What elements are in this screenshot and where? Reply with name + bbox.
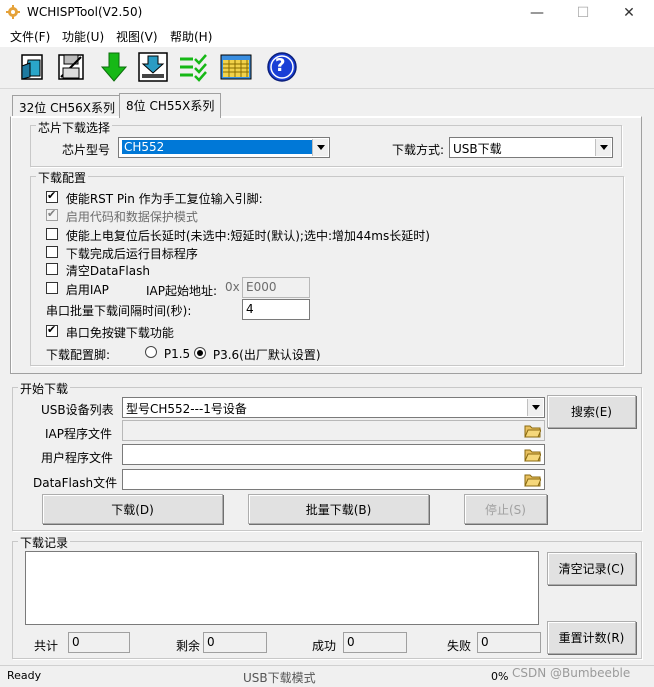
menu-function[interactable]: 功能(U)	[62, 28, 104, 45]
chevron-down-icon[interactable]	[527, 399, 543, 416]
chip-grid-icon[interactable]	[219, 50, 253, 84]
rst-pin-label: 使能RST Pin 作为手工复位输入引脚:	[65, 192, 263, 206]
success-count: 0	[343, 632, 407, 653]
status-progress: 0%	[491, 670, 509, 683]
remain-label: 剩余	[176, 639, 201, 653]
menu-help[interactable]: 帮助(H)	[170, 28, 212, 45]
batch-interval-input[interactable]: 4	[242, 299, 310, 320]
run-after-checkbox[interactable]	[46, 246, 58, 258]
pin-p15-radio[interactable]	[145, 346, 157, 358]
save-file-icon[interactable]	[54, 50, 88, 84]
total-count: 0	[68, 632, 130, 653]
tab-8bit[interactable]: 8位 CH55X系列	[119, 93, 222, 118]
folder-open-icon[interactable]	[524, 447, 541, 462]
usb-device-value: 型号CH552---1号设备	[126, 402, 247, 416]
chip-program-icon[interactable]	[136, 50, 170, 84]
status-mode: USB下载模式	[243, 671, 316, 685]
menu-file[interactable]: 文件(F)	[10, 28, 50, 45]
config-pin-label: 下载配置脚:	[46, 348, 111, 362]
pin-p15-label: P1.5	[163, 347, 191, 361]
iap-file-label: IAP程序文件	[45, 427, 112, 441]
iap-checkbox[interactable]	[46, 282, 58, 294]
clear-dataflash-checkbox[interactable]	[46, 263, 58, 275]
iap-option[interactable]: 启用IAP	[46, 281, 109, 298]
open-file-icon[interactable]	[16, 50, 50, 84]
download-arrow-icon[interactable]	[97, 50, 131, 84]
tab-32bit[interactable]: 32位 CH56X系列	[12, 95, 122, 117]
rst-pin-option[interactable]: 使能RST Pin 作为手工复位输入引脚:	[46, 189, 263, 207]
clear-log-button[interactable]: 清空记录(C)	[547, 552, 636, 585]
total-label: 共计	[34, 639, 59, 653]
log-title: 下载记录	[18, 534, 71, 551]
run-after-option[interactable]: 下载完成后运行目标程序	[46, 245, 198, 262]
close-button[interactable]: ✕	[606, 0, 652, 27]
minimize-button[interactable]: —	[514, 0, 560, 27]
chip-select-title: 芯片下载选择	[36, 119, 113, 136]
download-method-select[interactable]: USB下载	[449, 137, 613, 158]
pin-p36-radio[interactable]	[194, 347, 206, 359]
clear-dataflash-option[interactable]: 清空DataFlash	[46, 262, 150, 279]
batch-download-button[interactable]: 批量下载(B)	[248, 494, 429, 524]
help-glyph: ?	[275, 55, 286, 76]
pin-p36-label: P3.6(出厂默认设置)	[212, 348, 321, 362]
long-delay-label: 使能上电复位后长延时(未选中:短延时(默认);选中:增加44ms长延时)	[65, 229, 430, 243]
code-protect-option: 启用代码和数据保护模式	[46, 207, 198, 225]
usb-device-select[interactable]: 型号CH552---1号设备	[122, 397, 545, 418]
iap-label: 启用IAP	[65, 283, 109, 297]
folder-open-icon[interactable]	[524, 423, 541, 438]
maximize-button[interactable]: ☐	[560, 0, 606, 27]
download-button[interactable]: 下载(D)	[42, 494, 223, 524]
chip-model-value: CH552	[122, 140, 312, 154]
iap-addr-label: IAP起始地址:	[146, 284, 218, 298]
long-delay-checkbox[interactable]	[46, 228, 58, 240]
fail-count: 0	[477, 632, 541, 653]
serial-nokey-option[interactable]: 串口免按键下载功能	[46, 323, 174, 341]
download-method-value: USB下载	[453, 142, 502, 156]
watermark-text: CSDN @Bumbeeble	[512, 666, 631, 680]
user-file-input[interactable]	[122, 444, 545, 465]
window-title: WCHISPTool(V2.50)	[27, 5, 143, 19]
success-label: 成功	[312, 639, 337, 653]
code-protect-label: 启用代码和数据保护模式	[65, 210, 198, 224]
log-textarea[interactable]	[25, 551, 539, 625]
help-icon[interactable]: ?	[265, 50, 299, 84]
fail-label: 失败	[447, 639, 472, 653]
app-gear-icon	[6, 5, 20, 19]
chip-model-label: 芯片型号	[62, 143, 111, 157]
rst-pin-checkbox[interactable]	[46, 189, 58, 203]
dataflash-file-input[interactable]	[122, 469, 545, 490]
reset-count-button[interactable]: 重置计数(R)	[547, 621, 636, 654]
iap-addr-prefix: 0x	[225, 280, 240, 294]
batch-interval-label: 串口批量下载间隔时间(秒):	[46, 304, 192, 318]
download-config-title: 下载配置	[36, 169, 89, 186]
status-ready: Ready	[7, 669, 42, 682]
dataflash-file-label: DataFlash文件	[33, 476, 118, 490]
iap-addr-input[interactable]: E000	[242, 277, 310, 298]
chevron-down-icon[interactable]	[595, 139, 611, 156]
download-method-label: 下载方式:	[392, 143, 445, 157]
run-after-label: 下载完成后运行目标程序	[65, 247, 198, 261]
chevron-down-icon[interactable]	[312, 139, 328, 156]
chip-model-select[interactable]: CH552	[118, 137, 330, 158]
usb-list-label: USB设备列表	[41, 403, 114, 417]
long-delay-option[interactable]: 使能上电复位后长延时(未选中:短延时(默认);选中:增加44ms长延时)	[46, 227, 430, 244]
start-download-title: 开始下载	[18, 380, 71, 397]
serial-nokey-label: 串口免按键下载功能	[65, 326, 174, 340]
menu-view[interactable]: 视图(V)	[116, 28, 158, 45]
remain-count: 0	[203, 632, 267, 653]
batch-verify-icon[interactable]	[176, 50, 210, 84]
search-button[interactable]: 搜索(E)	[547, 395, 636, 428]
user-file-label: 用户程序文件	[41, 451, 114, 465]
iap-file-input[interactable]	[122, 420, 545, 441]
code-protect-checkbox	[46, 207, 58, 221]
pin-p36-option[interactable]: P3.6(出厂默认设置)	[194, 346, 321, 363]
clear-dataflash-label: 清空DataFlash	[65, 264, 150, 278]
pin-p15-option[interactable]: P1.5	[145, 346, 190, 361]
serial-nokey-checkbox[interactable]	[46, 323, 58, 337]
folder-open-icon[interactable]	[524, 472, 541, 487]
stop-button[interactable]: 停止(S)	[464, 494, 547, 524]
